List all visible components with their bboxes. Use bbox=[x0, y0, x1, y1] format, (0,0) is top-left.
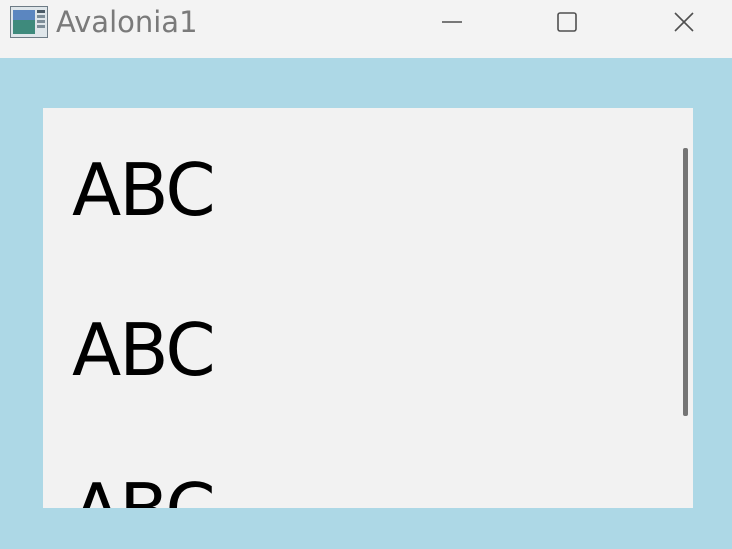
list-item[interactable]: ABC bbox=[72, 150, 216, 230]
maximize-icon bbox=[556, 11, 578, 33]
list-item[interactable]: ABC bbox=[72, 310, 216, 390]
minimize-button[interactable] bbox=[423, 0, 481, 44]
window-content: ABC ABC ABC bbox=[0, 58, 732, 549]
list-item[interactable]: ABC bbox=[72, 470, 216, 508]
close-button[interactable] bbox=[655, 0, 713, 44]
list-box[interactable]: ABC ABC ABC bbox=[43, 108, 693, 508]
title-bar[interactable]: Avalonia1 bbox=[0, 0, 732, 58]
maximize-button[interactable] bbox=[538, 0, 596, 44]
scrollbar-thumb[interactable] bbox=[683, 148, 688, 416]
window-title: Avalonia1 bbox=[56, 5, 198, 39]
app-icon bbox=[10, 6, 48, 38]
close-icon bbox=[673, 11, 695, 33]
minimize-icon bbox=[441, 11, 463, 33]
